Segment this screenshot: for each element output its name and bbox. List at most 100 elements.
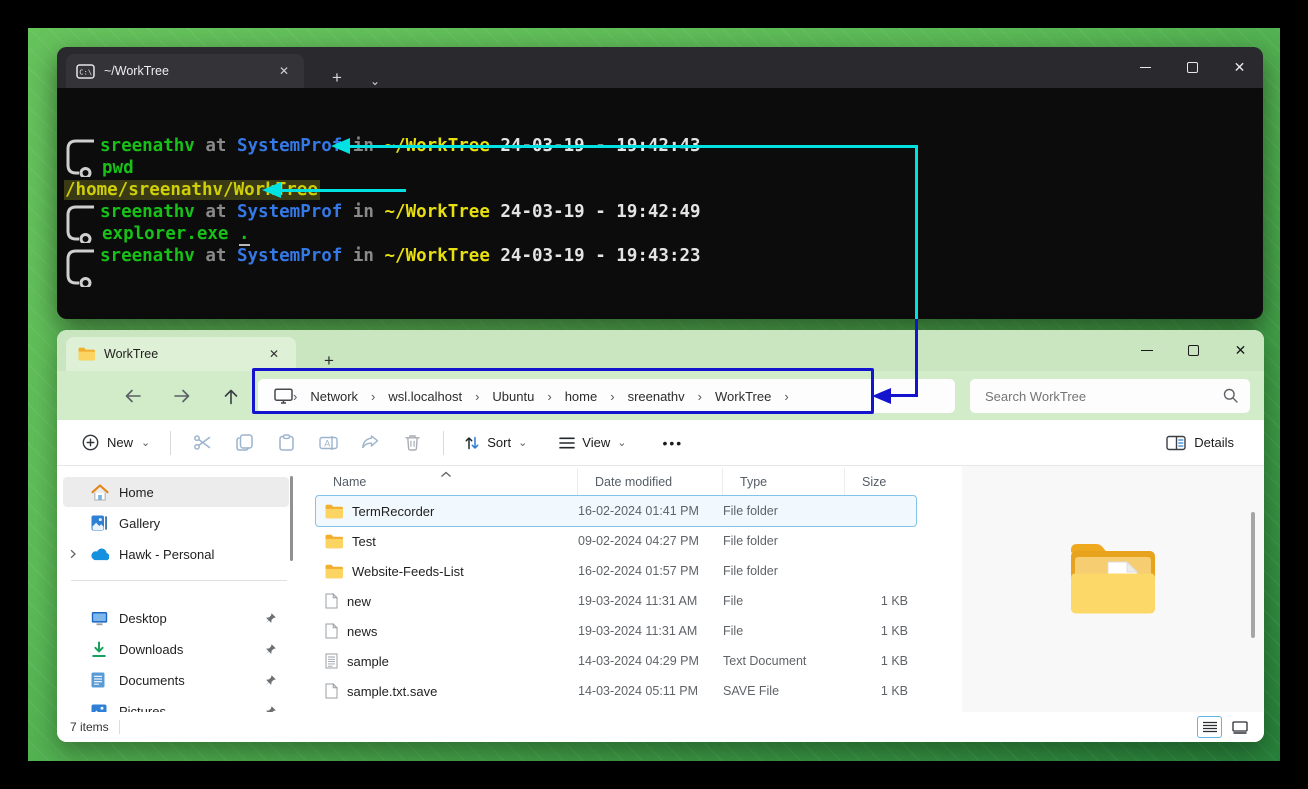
annotation-cyan-line-2 [280, 189, 406, 192]
file-name-cell: Test [316, 534, 578, 549]
desktop-icon [91, 611, 109, 626]
new-plus-icon [82, 434, 99, 451]
file-name-cell: Website-Feeds-List [316, 564, 578, 579]
file-row-news[interactable]: news19-03-2024 11:31 AMFile1 KB [316, 616, 916, 646]
prompt-separator: at [195, 136, 237, 156]
copy-icon[interactable] [223, 426, 265, 460]
file-icon [325, 623, 338, 639]
file-row-sample-txt-save[interactable]: sample.txt.save14-03-2024 05:11 PMSAVE F… [316, 676, 916, 706]
prompt-separator: in [342, 246, 384, 266]
details-pane-label: Details [1194, 435, 1234, 450]
rename-icon[interactable]: A [307, 426, 349, 460]
terminal-close-button[interactable]: ✕ [1216, 47, 1263, 88]
forward-icon[interactable] [170, 384, 194, 408]
explorer-status-bar: 7 items [57, 712, 1264, 742]
file-date-cell: 19-03-2024 11:31 AM [578, 624, 723, 638]
column-header-size[interactable]: Size [845, 468, 916, 495]
up-icon[interactable] [219, 384, 243, 408]
terminal-body[interactable]: sreenathv at SystemProf in ~/WorkTree 24… [57, 88, 1263, 319]
terminal-window: C:\ ~/WorkTree ✕ + ⌄ ✕ sreenathv at Syst… [57, 47, 1263, 319]
preview-scrollbar[interactable] [1251, 512, 1255, 638]
details-view-toggle-icon[interactable] [1197, 716, 1222, 738]
terminal-maximize-button[interactable] [1169, 47, 1216, 88]
column-header-date-modified[interactable]: Date modified [578, 468, 723, 495]
sidebar-item-label: Desktop [119, 611, 167, 626]
terminal-titlebar[interactable]: C:\ ~/WorkTree ✕ + ⌄ ✕ [57, 47, 1263, 88]
prompt-separator: at [195, 202, 237, 222]
search-box[interactable] [970, 379, 1250, 413]
search-input[interactable] [970, 379, 1250, 413]
pwd-output-arrowhead-icon [331, 138, 350, 154]
terminal-tab-title: ~/WorkTree [104, 64, 265, 78]
sidebar-scrollbar[interactable] [290, 476, 293, 561]
explorer-maximize-button[interactable] [1170, 330, 1217, 371]
sidebar-item-desktop[interactable]: Desktop [63, 603, 289, 633]
sidebar-item-gallery[interactable]: Gallery [63, 508, 289, 538]
sidebar-item-pictures[interactable]: Pictures [63, 696, 289, 712]
file-row-test[interactable]: Test09-02-2024 04:27 PMFile folder [316, 526, 916, 556]
explorer-tab-close-icon[interactable]: ✕ [264, 345, 284, 363]
file-row-termrecorder[interactable]: TermRecorder16-02-2024 01:41 PMFile fold… [316, 496, 916, 526]
file-date-cell: 16-02-2024 01:41 PM [578, 504, 723, 518]
command-text: pwd [102, 158, 134, 178]
paste-icon[interactable] [265, 426, 307, 460]
terminal-minimize-button[interactable] [1122, 47, 1169, 88]
file-row-website-feeds-list[interactable]: Website-Feeds-List16-02-2024 01:57 PMFil… [316, 556, 916, 586]
file-type-cell: File folder [723, 534, 845, 548]
view-button[interactable]: View ⌄ [549, 429, 636, 456]
delete-icon[interactable] [391, 426, 433, 460]
folder-icon [78, 347, 95, 361]
file-date-cell: 09-02-2024 04:27 PM [578, 534, 723, 548]
sidebar-divider [71, 580, 287, 581]
explorer-window-controls: ✕ [1123, 330, 1264, 371]
column-header-type[interactable]: Type [723, 468, 845, 495]
view-button-label: View [582, 435, 610, 450]
prompt-timestamp: 24-03-19 - 19:42:49 [490, 202, 701, 222]
folder-icon [325, 534, 343, 549]
terminal-new-tab-button[interactable]: + [324, 68, 350, 88]
sort-button[interactable]: Sort ⌄ [454, 429, 537, 457]
search-icon[interactable] [1223, 388, 1238, 408]
sidebar-item-hawk-personal[interactable]: Hawk - Personal [63, 539, 289, 569]
explorer-minimize-button[interactable] [1123, 330, 1170, 371]
terminal-tab-dropdown-icon[interactable]: ⌄ [362, 74, 388, 88]
annotation-cyan-line-horizontal [349, 145, 917, 148]
file-size-cell: 1 KB [845, 594, 916, 608]
more-options-icon[interactable]: ••• [650, 429, 695, 457]
prompt-path: ~/WorkTree [385, 246, 490, 266]
navigation-sidebar: HomeGalleryHawk - Personal Desktop Downloa… [57, 466, 297, 712]
prompt-path: ~/WorkTree [385, 202, 490, 222]
sidebar-item-label: Downloads [119, 642, 183, 657]
preview-pane [962, 466, 1264, 712]
file-type-cell: SAVE File [723, 684, 845, 698]
explorer-titlebar[interactable]: WorkTree ✕ + ✕ [57, 330, 1264, 371]
details-pane-button[interactable]: Details [1158, 429, 1242, 457]
prompt-bracket-icon [63, 247, 103, 292]
sidebar-item-documents[interactable]: Documents [63, 665, 289, 695]
explorer-tab[interactable]: WorkTree ✕ [66, 337, 296, 371]
file-icon [325, 683, 338, 699]
prompt-timestamp: 24-03-19 - 19:43:23 [490, 246, 701, 266]
terminal-tab-close-icon[interactable]: ✕ [274, 62, 294, 80]
share-icon[interactable] [349, 426, 391, 460]
explorer-close-button[interactable]: ✕ [1217, 330, 1264, 371]
file-row-sample[interactable]: sample14-03-2024 04:29 PMText Document1 … [316, 646, 916, 676]
sidebar-item-downloads[interactable]: Downloads [63, 634, 289, 664]
toolbar-divider [443, 431, 444, 455]
new-button[interactable]: New ⌄ [72, 428, 160, 457]
sort-ascending-icon[interactable] [440, 466, 452, 483]
back-icon[interactable] [121, 384, 145, 408]
terminal-tab[interactable]: C:\ ~/WorkTree ✕ [66, 54, 304, 88]
file-row-new[interactable]: new19-03-2024 11:31 AMFile1 KB [316, 586, 916, 616]
terminal-cursor: . [239, 224, 250, 246]
prompt-user: sreenathv [100, 136, 195, 156]
file-type-cell: File folder [723, 504, 845, 518]
command-line: pwd [102, 157, 134, 179]
thumbnail-view-toggle-icon[interactable] [1227, 716, 1252, 738]
file-name-label: news [347, 624, 377, 639]
file-type-cell: File [723, 594, 845, 608]
annotation-cyan-line-vertical [915, 145, 918, 320]
expand-chevron-icon[interactable] [68, 549, 80, 559]
cut-icon[interactable] [181, 426, 223, 460]
sidebar-item-home[interactable]: Home [63, 477, 289, 507]
